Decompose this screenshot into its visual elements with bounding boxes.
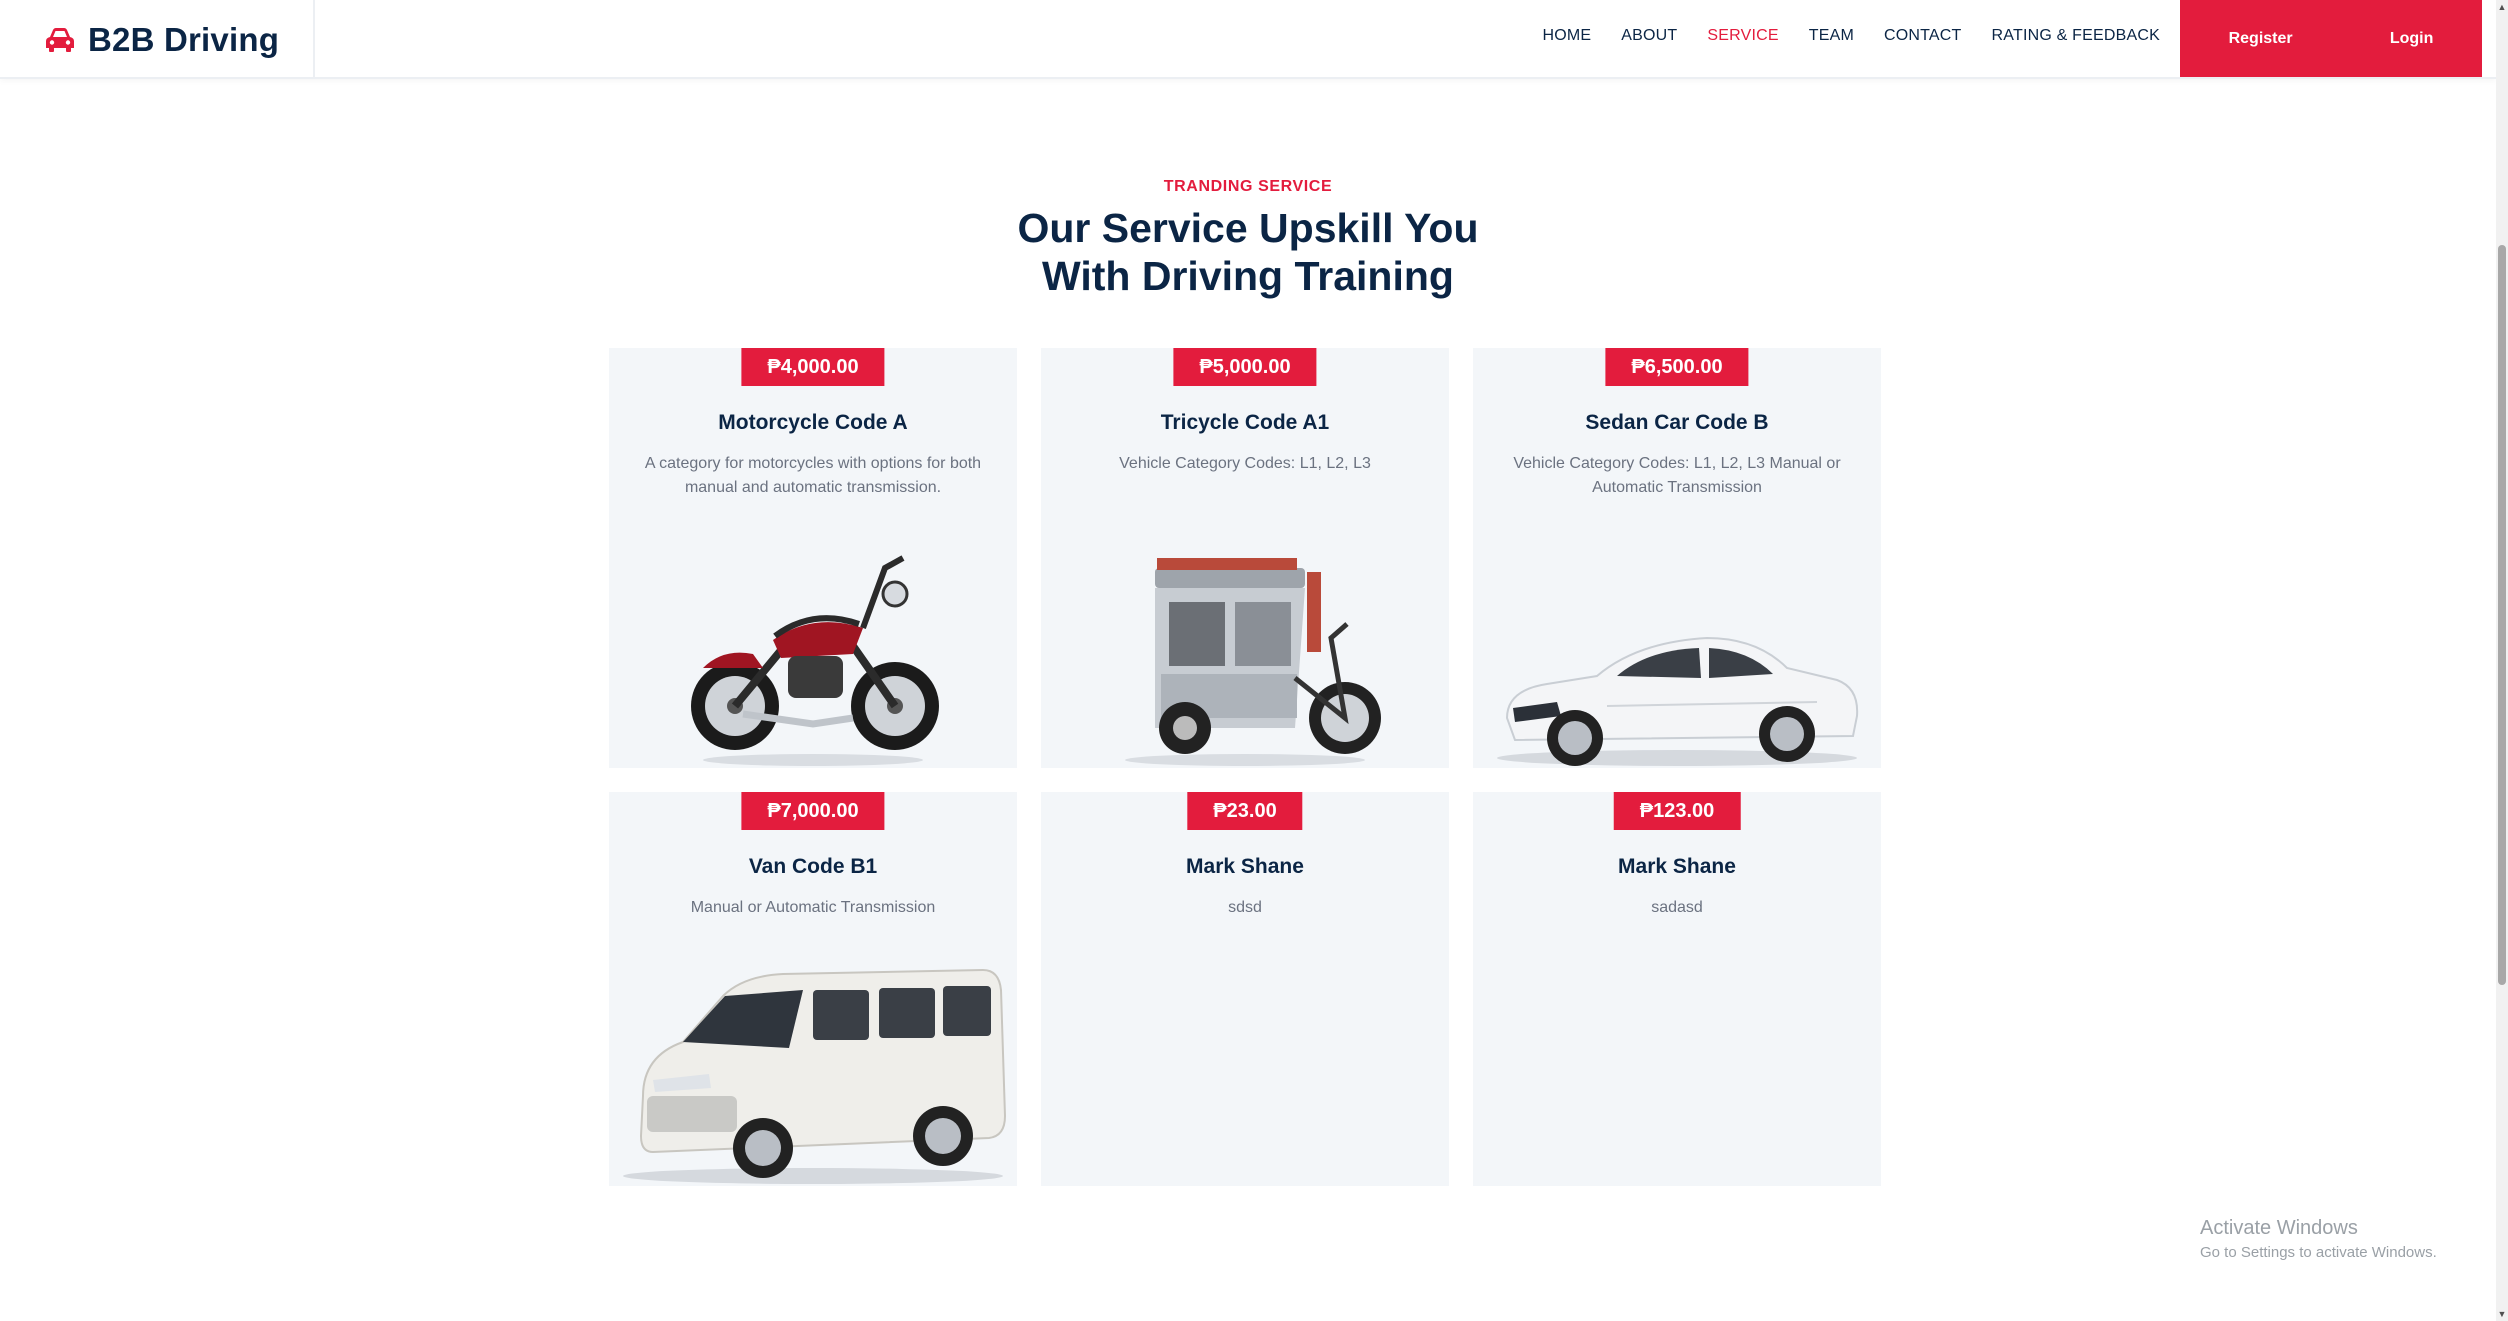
sedan-illustration [1497,636,1859,766]
service-title: Tricycle Code A1 [1160,411,1330,434]
section-eyebrow: TRANDING SERVICE [1163,178,1333,195]
service-description: sadasd [1651,899,1703,916]
price-badge: ₱23.00 [1187,792,1303,830]
page: B2B Driving HOME ABOUT SERVICE TEAM CONT… [0,0,2508,1321]
van-illustration [623,968,1007,1184]
main-nav: HOME ABOUT SERVICE TEAM CONTACT RATING &… [1527,0,2175,72]
service-card[interactable]: ₱4,000.00 Motorcycle Code A A category f… [609,348,1017,768]
tricycle-image [1041,518,1449,768]
service-card[interactable]: ₱5,000.00 Tricycle Code A1 Vehicle Categ… [1041,348,1449,768]
section-heading: Our Service Upskill You With Driving Tra… [0,204,2496,300]
motorcycle-illustration [691,555,939,766]
service-card[interactable]: ₱123.00 Mark Shane sadasd [1473,792,1881,1186]
service-title: Motorcycle Code A [718,411,908,434]
nav-service[interactable]: SERVICE [1692,27,1793,45]
auth-buttons: Register Login [2180,0,2482,77]
scroll-up-arrow-icon[interactable]: ▲ [2496,0,2508,14]
brand-name: B2B Driving [88,20,280,58]
sedan-image [1473,518,1881,768]
nav-rating-feedback[interactable]: RATING & FEEDBACK [1977,27,2175,45]
navbar: B2B Driving HOME ABOUT SERVICE TEAM CONT… [0,0,2496,79]
windows-activation-watermark: Activate Windows Go to Settings to activ… [2200,1217,2437,1261]
login-button[interactable]: Login [2372,20,2452,58]
price-badge: ₱123.00 [1613,792,1741,830]
nav-team[interactable]: TEAM [1794,27,1869,45]
watermark-subtitle: Go to Settings to activate Windows. [2200,1244,2437,1261]
heading-line-1: Our Service Upskill You [1017,205,1479,251]
nav-home[interactable]: HOME [1527,27,1606,45]
nav-contact[interactable]: CONTACT [1869,27,1977,45]
vertical-scrollbar[interactable]: ▲ ▼ [2496,0,2508,1321]
price-badge: ₱4,000.00 [741,348,885,386]
service-cards: ₱4,000.00 Motorcycle Code A A category f… [609,348,1881,1186]
nav-about[interactable]: ABOUT [1606,27,1692,45]
service-description: Vehicle Category Codes: L1, L2, L3 Manua… [1513,455,1841,496]
service-card[interactable]: ₱6,500.00 Sedan Car Code B Vehicle Categ… [1473,348,1881,768]
scroll-down-arrow-icon[interactable]: ▼ [2496,1307,2508,1321]
scroll-thumb[interactable] [2498,245,2506,985]
brand-logo[interactable]: B2B Driving [0,0,315,79]
car-icon [46,27,74,52]
service-title: Mark Shane [1618,855,1736,878]
service-title: Mark Shane [1186,855,1304,878]
price-badge: ₱7,000.00 [741,792,885,830]
service-card[interactable]: ₱23.00 Mark Shane sdsd [1041,792,1449,1186]
motorcycle-image [609,518,1017,768]
watermark-title: Activate Windows [2200,1217,2358,1239]
heading-line-2: With Driving Training [1042,253,1454,299]
service-description: A category for motorcycles with options … [644,455,982,496]
register-button[interactable]: Register [2211,20,2311,58]
price-badge: ₱6,500.00 [1605,348,1749,386]
service-description: Vehicle Category Codes: L1, L2, L3 [1119,455,1371,472]
service-card[interactable]: ₱7,000.00 Van Code B1 Manual or Automati… [609,792,1017,1186]
van-image [609,936,1017,1186]
service-title: Van Code B1 [748,855,878,878]
tricycle-illustration [1125,558,1381,766]
service-title: Sedan Car Code B [1585,411,1769,434]
service-description: sdsd [1228,899,1262,916]
price-badge: ₱5,000.00 [1173,348,1317,386]
service-description: Manual or Automatic Transmission [690,899,936,916]
